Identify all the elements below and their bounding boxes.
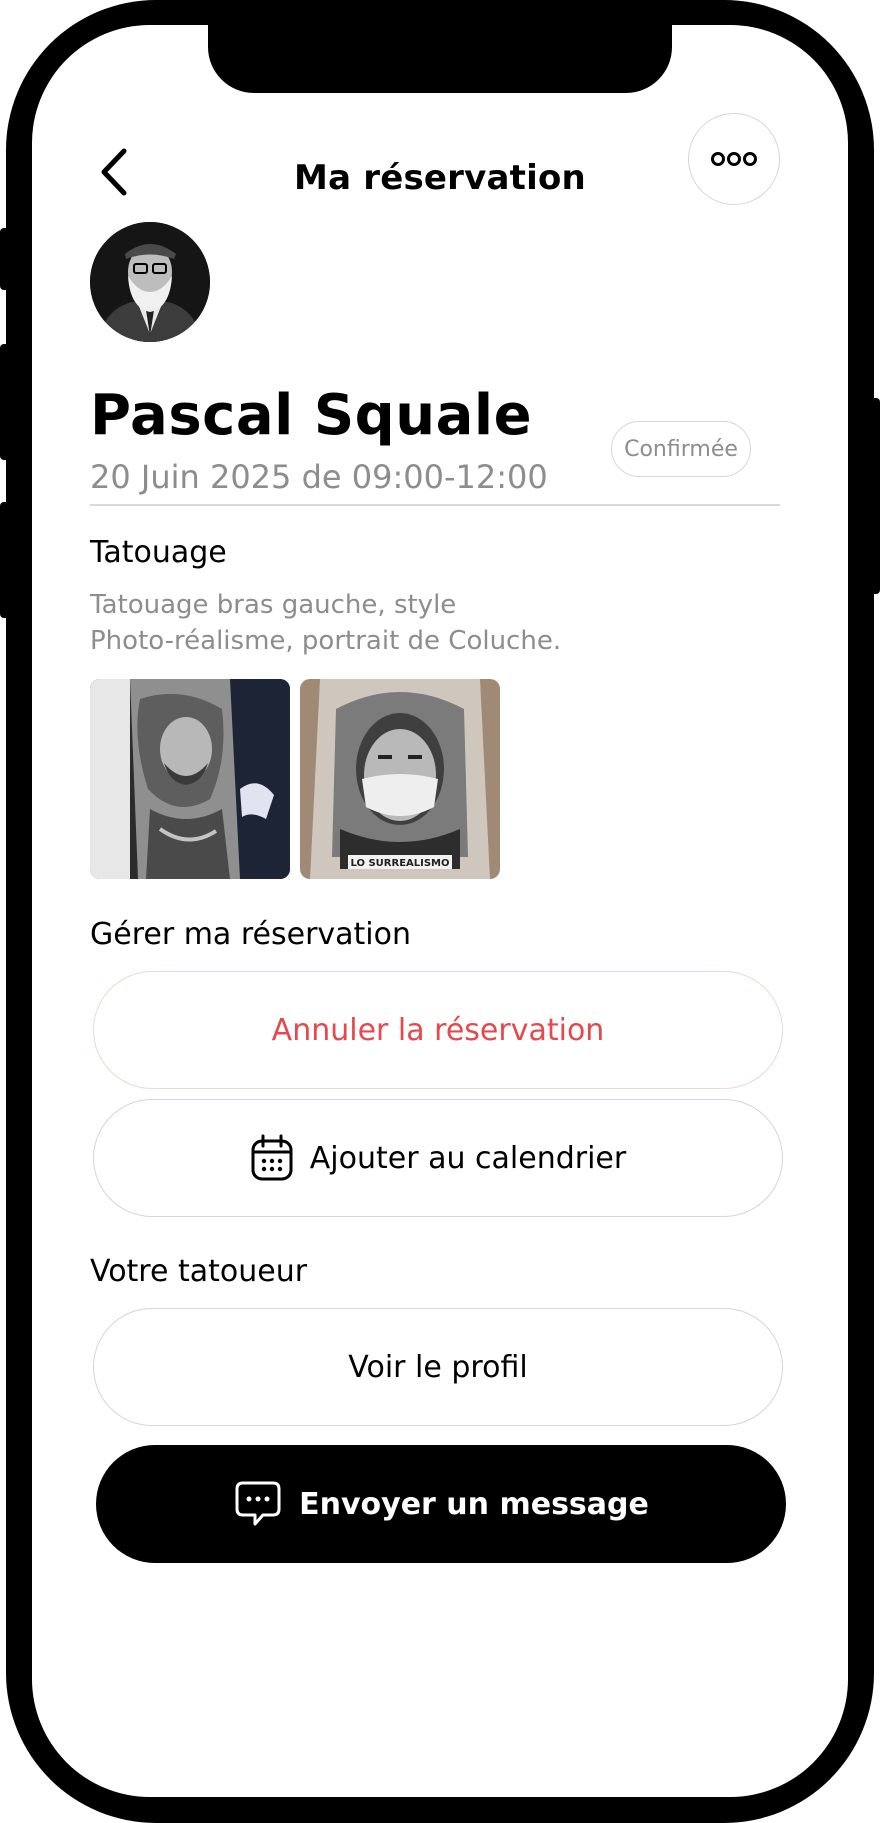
tattoo-portrait-image: LO SURREALISMO — [300, 679, 500, 879]
more-button[interactable] — [688, 113, 780, 205]
booking-date: 20 Juin 2025 de 09:00-12:00 — [90, 458, 548, 496]
tattoo-description-line: Tatouage bras gauche, style — [90, 590, 457, 620]
page-title: Ma réservation — [294, 158, 586, 198]
add-to-calendar-button[interactable]: Ajouter au calendrier — [93, 1099, 783, 1217]
cancel-booking-button[interactable]: Annuler la réservation — [93, 971, 783, 1089]
artist-avatar — [90, 222, 210, 342]
send-message-label: Envoyer un message — [299, 1486, 649, 1522]
artist-name: Pascal Squale — [90, 383, 533, 448]
divider — [90, 504, 780, 506]
power-button — [868, 398, 880, 594]
more-icon — [711, 152, 757, 166]
avatar-portrait-icon — [90, 222, 210, 342]
add-to-calendar-label: Ajouter au calendrier — [309, 1140, 627, 1176]
chevron-left-icon — [101, 148, 127, 196]
volume-down-button — [0, 502, 10, 618]
tattoo-sleeve-image — [90, 679, 290, 879]
manage-section-title: Gérer ma réservation — [90, 917, 412, 952]
tattoo-description-line: Photo-réalisme, portrait de Coluche. — [90, 626, 562, 656]
artist-section-title: Votre tatoueur — [90, 1254, 308, 1289]
tattoo-section-title: Tatouage — [90, 535, 227, 570]
reference-image-2[interactable]: LO SURREALISMO — [300, 679, 500, 879]
cancel-booking-label: Annuler la réservation — [271, 1012, 605, 1048]
tattoo-description: Tatouage bras gauche, style Photo-réalis… — [90, 587, 690, 659]
calendar-icon — [251, 1134, 293, 1181]
reference-image-1[interactable] — [90, 679, 290, 879]
silent-switch — [0, 228, 10, 290]
view-profile-button[interactable]: Voir le profil — [93, 1308, 783, 1426]
send-message-button[interactable]: Envoyer un message — [96, 1445, 786, 1563]
chat-bubble-icon — [235, 1481, 281, 1526]
status-badge: Confirmée — [611, 421, 751, 477]
back-button[interactable] — [86, 137, 142, 207]
volume-up-button — [0, 344, 10, 460]
notch — [208, 25, 672, 93]
view-profile-label: Voir le profil — [348, 1349, 528, 1385]
image-caption: LO SURREALISMO — [350, 858, 449, 869]
app-screen: Ma réservation Pascal Squale 20 Juin 202… — [32, 25, 848, 1797]
